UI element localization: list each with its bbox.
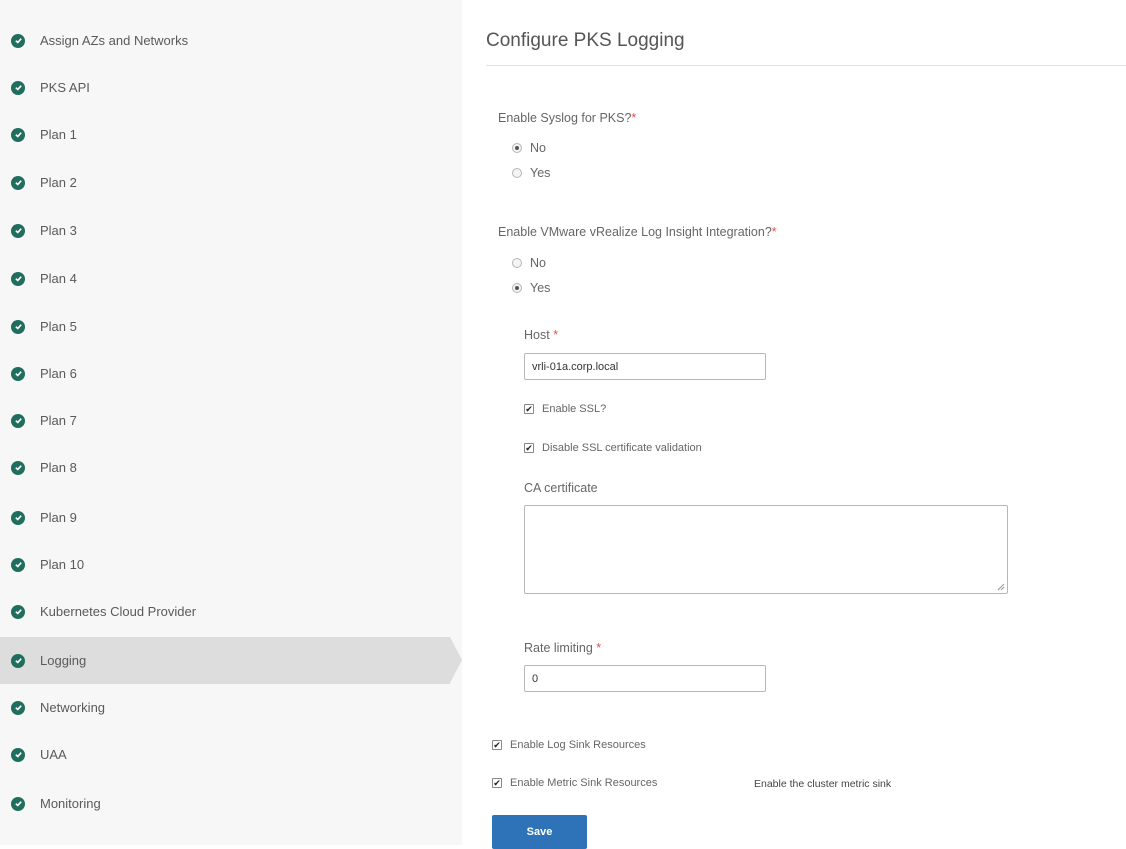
sidebar-item-label: Plan 6 — [40, 366, 77, 381]
ca-certificate-textarea[interactable] — [524, 505, 1008, 594]
sidebar-item-networking[interactable]: Networking — [0, 684, 450, 731]
syslog-question: Enable Syslog for PKS?* — [498, 111, 636, 125]
sidebar-item-plan-2[interactable]: Plan 2 — [0, 159, 450, 206]
radio-unselected[interactable] — [512, 258, 522, 268]
check-circle-icon — [11, 33, 25, 48]
radio-label: Yes — [530, 166, 551, 180]
radio-label: No — [530, 141, 546, 155]
sidebar-item-plan-6[interactable]: Plan 6 — [0, 350, 450, 397]
required-mark: * — [771, 225, 777, 239]
check-circle-icon — [11, 796, 25, 811]
sidebar-item-monitoring[interactable]: Monitoring — [0, 780, 450, 827]
radio-selected[interactable] — [512, 143, 522, 153]
syslog-question-text: Enable Syslog for PKS? — [498, 111, 632, 125]
radio-selected[interactable] — [512, 283, 522, 293]
metric-sink-hint: Enable the cluster metric sink — [754, 778, 892, 790]
save-button[interactable]: Save — [492, 815, 587, 849]
rate-limiting-input[interactable] — [524, 665, 766, 692]
check-circle-icon — [11, 700, 25, 715]
sidebar-item-plan-4[interactable]: Plan 4 — [0, 255, 450, 302]
rate-limiting-label: Rate limiting * — [524, 641, 601, 655]
checkbox-checked-icon[interactable]: ✔ — [524, 443, 534, 453]
required-mark: * — [553, 328, 559, 342]
check-circle-icon — [11, 319, 25, 334]
sidebar-item-label: UAA — [40, 747, 67, 762]
enable-ssl-checkbox[interactable]: ✔ Enable SSL? — [524, 403, 606, 415]
sidebar-item-label: Monitoring — [40, 796, 101, 811]
ca-certificate-label: CA certificate — [524, 481, 598, 495]
check-circle-icon — [11, 604, 25, 619]
host-input[interactable] — [524, 353, 766, 380]
checkbox-label: Disable SSL certificate validation — [542, 442, 702, 454]
check-circle-icon — [11, 460, 25, 475]
sidebar-item-label: Plan 10 — [40, 557, 85, 572]
radio-unselected[interactable] — [512, 168, 522, 178]
syslog-radio-yes[interactable]: Yes — [512, 166, 550, 180]
checkbox-checked-icon[interactable]: ✔ — [492, 740, 502, 750]
sidebar-item-label: Networking — [40, 700, 106, 715]
syslog-radio-no[interactable]: No — [512, 141, 546, 155]
sidebar-item-label: Plan 4 — [40, 271, 77, 286]
log-sink-checkbox[interactable]: ✔ Enable Log Sink Resources — [492, 739, 646, 751]
sidebar-item-logging[interactable]: Logging — [0, 637, 462, 684]
check-circle-icon — [11, 653, 25, 668]
check-circle-icon — [11, 510, 25, 525]
sidebar-item-plan-5[interactable]: Plan 5 — [0, 303, 450, 350]
check-circle-icon — [11, 557, 25, 572]
host-label-text: Host — [524, 328, 550, 342]
vrli-question-text: Enable VMware vRealize Log Insight Integ… — [498, 225, 772, 239]
check-circle-icon — [11, 223, 25, 238]
check-circle-icon — [11, 413, 25, 428]
sidebar-item-pks-api[interactable]: PKS API — [0, 64, 450, 111]
sidebar-item-plan-7[interactable]: Plan 7 — [0, 397, 450, 444]
host-label: Host * — [524, 328, 558, 342]
check-circle-icon — [11, 747, 25, 762]
main-panel: Configure PKS Logging Enable Syslog for … — [462, 0, 1126, 849]
sidebar-item-label: Plan 9 — [40, 510, 77, 525]
rate-limiting-label-text: Rate limiting — [524, 641, 593, 655]
sidebar-item-label: Plan 2 — [40, 175, 77, 190]
sidebar-item-kubernetes-cloud-provider[interactable]: Kubernetes Cloud Provider — [0, 588, 450, 635]
check-circle-icon — [11, 127, 25, 142]
sidebar-item-label: Assign AZs and Networks — [40, 33, 189, 48]
sidebar-item-plan-1[interactable]: Plan 1 — [0, 111, 450, 158]
disable-ssl-validation-checkbox[interactable]: ✔ Disable SSL certificate validation — [524, 442, 702, 454]
required-mark: * — [631, 111, 637, 125]
check-circle-icon — [11, 80, 25, 95]
checkbox-checked-icon[interactable]: ✔ — [524, 404, 534, 414]
sidebar-item-label: Plan 7 — [40, 413, 77, 428]
vrli-radio-no[interactable]: No — [512, 256, 546, 270]
checkbox-label: Enable Log Sink Resources — [510, 739, 646, 751]
required-mark: * — [596, 641, 602, 655]
sidebar-item-plan-9[interactable]: Plan 9 — [0, 494, 450, 541]
sidebar: Assign AZs and Networks PKS API Plan 1 P… — [0, 0, 462, 845]
sidebar-item-label: Plan 3 — [40, 223, 77, 238]
metric-sink-checkbox[interactable]: ✔ Enable Metric Sink Resources — [492, 777, 657, 789]
check-circle-icon — [11, 175, 25, 190]
radio-label: Yes — [530, 281, 551, 295]
vrli-question: Enable VMware vRealize Log Insight Integ… — [498, 225, 777, 239]
sidebar-item-uaa[interactable]: UAA — [0, 731, 450, 778]
sidebar-item-assign-azs[interactable]: Assign AZs and Networks — [0, 17, 450, 64]
sidebar-item-label: Kubernetes Cloud Provider — [40, 604, 197, 619]
sidebar-item-plan-10[interactable]: Plan 10 — [0, 541, 450, 588]
checkbox-checked-icon[interactable]: ✔ — [492, 778, 502, 788]
vrli-radio-yes[interactable]: Yes — [512, 281, 550, 295]
sidebar-item-label: Plan 1 — [40, 127, 77, 142]
check-circle-icon — [11, 271, 25, 286]
checkbox-label: Enable Metric Sink Resources — [510, 777, 658, 789]
radio-label: No — [530, 256, 546, 270]
sidebar-item-label: Plan 5 — [40, 319, 77, 334]
sidebar-item-plan-8[interactable]: Plan 8 — [0, 444, 450, 491]
checkbox-label: Enable SSL? — [542, 403, 607, 415]
page-title: Configure PKS Logging — [486, 30, 685, 51]
check-circle-icon — [11, 366, 25, 381]
sidebar-item-label: Logging — [40, 653, 87, 668]
sidebar-item-label: PKS API — [40, 80, 90, 95]
title-divider — [486, 65, 1126, 66]
resize-handle-icon[interactable] — [997, 583, 1005, 591]
sidebar-item-label: Plan 8 — [40, 460, 77, 475]
sidebar-item-plan-3[interactable]: Plan 3 — [0, 207, 450, 254]
